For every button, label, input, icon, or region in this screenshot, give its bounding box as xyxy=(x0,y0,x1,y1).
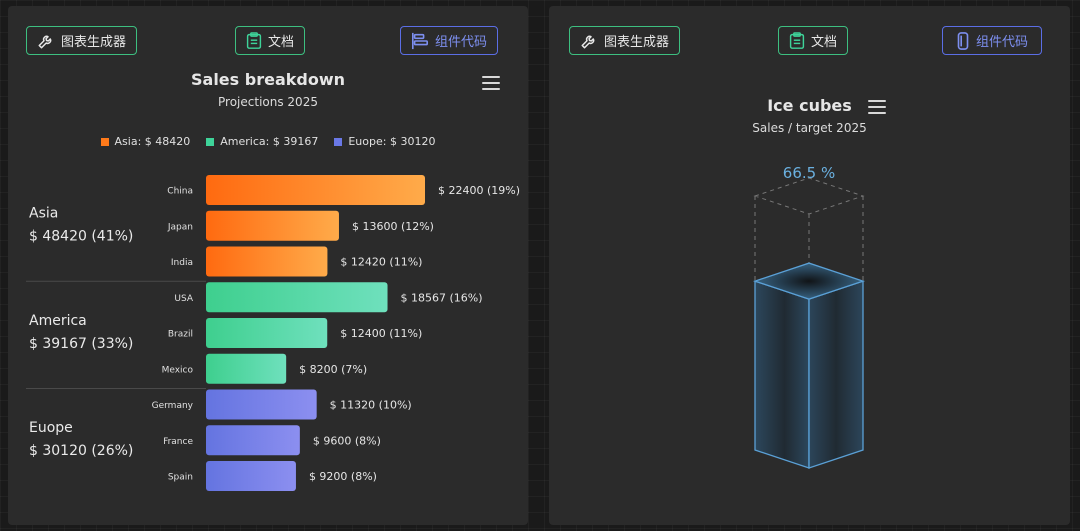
group-total-label: $ 48420 (41%) xyxy=(29,229,133,245)
sales-breakdown-card: 图表生成器 文档 组件代码 Sales breakdown Projection… xyxy=(8,6,528,525)
bar-chart: Asia $ 48420 (41%) China $ 22400 (19%) Japan… xyxy=(26,175,520,491)
bar-value-label: $ 9600 (8%) xyxy=(313,434,381,447)
bar-mexico[interactable] xyxy=(206,353,287,384)
bar-japan[interactable] xyxy=(206,210,339,241)
bar-value-label: $ 22400 (19%) xyxy=(438,184,520,197)
category-tick-label: France xyxy=(163,437,193,447)
ice-cube-gauge: 66.5 % xyxy=(752,164,866,469)
bar-spain[interactable] xyxy=(206,461,296,491)
category-tick-label: China xyxy=(167,187,193,197)
group-total-label: $ 39167 (33%) xyxy=(29,336,133,352)
bar-value-label: $ 12420 (11%) xyxy=(340,256,422,269)
bar-value-label: $ 11320 (10%) xyxy=(330,399,412,412)
group-total-label: $ 30120 (26%) xyxy=(29,443,133,459)
category-tick-label: Japan xyxy=(167,222,193,232)
cube-left-face xyxy=(754,280,810,469)
category-tick-label: Germany xyxy=(152,401,194,411)
category-tick-label: India xyxy=(171,258,193,268)
group-name-label: Euope xyxy=(29,420,73,436)
bar-france[interactable] xyxy=(206,425,300,456)
category-tick-label: USA xyxy=(174,294,193,304)
target-outline xyxy=(753,177,865,215)
category-tick-label: Spain xyxy=(168,473,193,483)
category-tick-label: Brazil xyxy=(168,330,193,340)
bar-value-label: $ 8200 (7%) xyxy=(299,363,367,376)
group-name-label: America xyxy=(29,313,87,329)
group-name-label: Asia xyxy=(29,206,58,222)
bar-value-label: $ 13600 (12%) xyxy=(352,220,434,233)
category-tick-label: Mexico xyxy=(162,365,194,375)
gauge-value-label: 66.5 % xyxy=(783,164,835,182)
ice-cubes-card: 图表生成器 文档 组件代码 Ice cubes Sales / target 2… xyxy=(549,6,1070,525)
bar-india[interactable] xyxy=(206,246,328,277)
bar-value-label: $ 12400 (11%) xyxy=(340,327,422,340)
bar-china[interactable] xyxy=(206,175,425,205)
bar-brazil[interactable] xyxy=(206,318,328,348)
cube-right-face xyxy=(808,280,864,469)
bar-value-label: $ 18567 (16%) xyxy=(401,291,483,304)
bar-germany[interactable] xyxy=(206,389,317,420)
bar-usa[interactable] xyxy=(206,282,388,313)
bar-value-label: $ 9200 (8%) xyxy=(309,470,377,483)
